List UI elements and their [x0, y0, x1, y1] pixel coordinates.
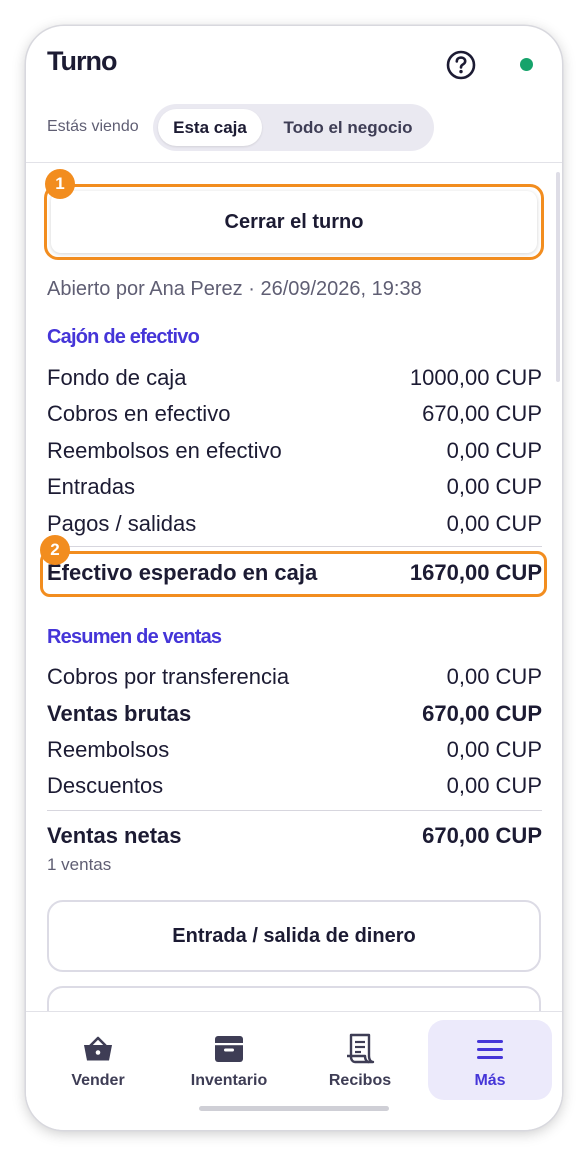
cash-in-out-button[interactable]: Entrada / salida de dinero	[47, 900, 541, 972]
phone-screen: Turno Estás viendo Esta caja Todo el neg…	[26, 26, 562, 1130]
row-label: Fondo de caja	[47, 365, 187, 390]
nav-item-inventario[interactable]: Inventario	[167, 1020, 291, 1100]
row-value: 0,00 CUP	[446, 773, 542, 798]
cash-drawer-title: Cajón de efectivo	[47, 326, 200, 348]
row-value: 0,00 CUP	[446, 664, 542, 689]
question-circle-icon[interactable]	[445, 49, 477, 81]
scrollbar[interactable]	[556, 172, 560, 382]
row-label: Ventas netas	[47, 823, 182, 848]
row-value: 0,00 CUP	[446, 474, 542, 499]
menu-icon	[477, 1040, 503, 1059]
online-status-dot	[520, 58, 533, 71]
cash-row: Cobros en efectivo 670,00 CUP	[47, 401, 542, 427]
row-label: Pagos / salidas	[47, 511, 197, 536]
row-value: 1000,00 CUP	[409, 365, 542, 390]
sales-row: Reembolsos 0,00 CUP	[47, 737, 542, 763]
sales-row: Cobros por transferencia 0,00 CUP	[47, 664, 542, 690]
cash-row: Pagos / salidas 0,00 CUP	[47, 511, 542, 537]
expected-cash-row: Efectivo esperado en caja 1670,00 CUP	[47, 560, 542, 586]
cash-row: Entradas 0,00 CUP	[47, 474, 542, 500]
segment-this-register[interactable]: Esta caja	[158, 109, 262, 146]
cash-row: Reembolsos en efectivo 0,00 CUP	[47, 438, 542, 464]
home-indicator	[199, 1106, 389, 1111]
row-value: 670,00 CUP	[422, 823, 542, 848]
row-label: Reembolsos en efectivo	[47, 438, 282, 463]
nav-label: Más	[474, 1072, 506, 1089]
row-label: Descuentos	[47, 773, 164, 798]
close-shift-button[interactable]: Cerrar el turno	[51, 191, 537, 253]
divider	[47, 810, 542, 811]
row-label: Cobros por transferencia	[47, 664, 290, 689]
row-label: Ventas brutas	[47, 701, 192, 726]
sales-row: Ventas brutas 670,00 CUP	[47, 701, 542, 727]
basket-icon	[84, 1036, 112, 1061]
row-label: Efectivo esperado en caja	[47, 560, 318, 585]
row-value: 0,00 CUP	[446, 737, 542, 762]
nav-label: Inventario	[190, 1072, 268, 1089]
nav-item-recibos[interactable]: Recibos	[298, 1020, 422, 1100]
row-value: 0,00 CUP	[446, 438, 542, 463]
sales-summary-title: Resumen de ventas	[47, 626, 222, 648]
page-title: Turno	[47, 46, 117, 76]
row-value: 670,00 CUP	[422, 701, 542, 726]
row-value: 0,00 CUP	[446, 511, 542, 536]
callout-badge-1: 1	[45, 169, 75, 199]
close-shift-highlight: Cerrar el turno	[44, 184, 544, 260]
header-divider	[26, 162, 562, 163]
row-value: 670,00 CUP	[422, 401, 542, 426]
callout-badge-2: 2	[40, 535, 70, 565]
opened-by-text: Abierto por Ana Perez · 26/09/2026, 19:3…	[47, 278, 422, 300]
view-segmented-control: Esta caja Todo el negocio	[153, 104, 434, 151]
receipt-icon	[347, 1033, 375, 1064]
row-label: Reembolsos	[47, 737, 170, 762]
row-value: 1670,00 CUP	[409, 560, 542, 585]
net-sales-row: Ventas netas 670,00 CUP	[47, 823, 542, 849]
row-label: Cobros en efectivo	[47, 401, 231, 426]
nav-item-mas[interactable]: Más	[428, 1020, 552, 1100]
row-label: Entradas	[47, 474, 136, 499]
sales-row: Descuentos 0,00 CUP	[47, 773, 542, 799]
cash-row: Fondo de caja 1000,00 CUP	[47, 365, 542, 391]
divider	[47, 546, 542, 547]
segment-whole-business[interactable]: Todo el negocio	[266, 109, 430, 146]
sales-count: 1 ventas	[47, 855, 112, 874]
archive-box-icon	[215, 1036, 243, 1062]
nav-item-vender[interactable]: Vender	[36, 1020, 160, 1100]
viewing-label: Estás viendo	[47, 118, 139, 135]
bottom-nav: Vender Inventario Recibos Más	[26, 1011, 562, 1130]
nav-label: Recibos	[328, 1072, 392, 1089]
nav-label: Vender	[71, 1072, 125, 1089]
